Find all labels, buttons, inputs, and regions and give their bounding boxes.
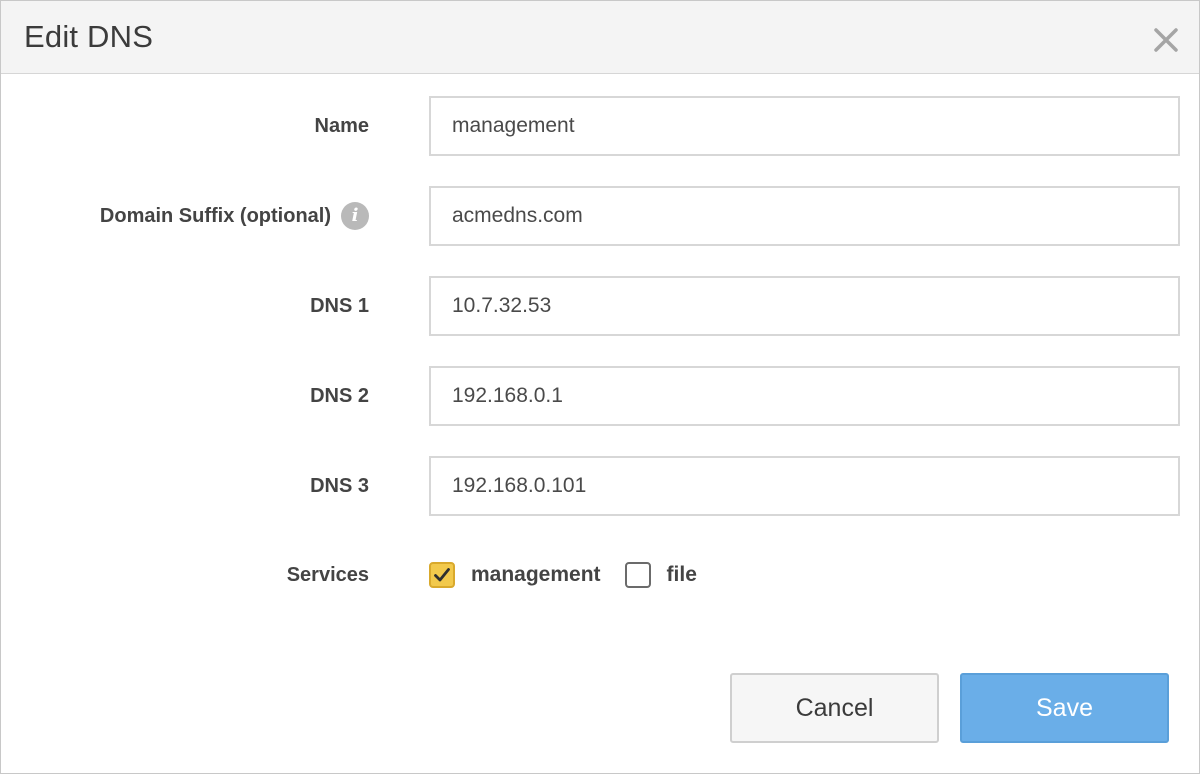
services-label: Services [287,551,369,599]
dns1-label-text: DNS 1 [310,294,369,317]
dns2-label: DNS 2 [310,366,369,426]
dns3-input[interactable] [429,456,1180,516]
domain-suffix-row: Domain Suffix (optional) i [1,186,1199,246]
name-label-text: Name [314,114,369,137]
edit-dns-dialog: Edit DNS Name Domain Suffix (optional) i… [0,0,1200,774]
file-checkbox-label[interactable]: file [667,563,697,587]
management-checkbox-label[interactable]: management [471,563,601,587]
dns3-label-text: DNS 3 [310,474,369,497]
dns1-label: DNS 1 [310,276,369,336]
domain-suffix-input[interactable] [429,186,1180,246]
file-checkbox[interactable] [624,562,651,588]
checkmark-icon [434,568,450,582]
save-button[interactable]: Save [960,673,1169,743]
dns2-label-text: DNS 2 [310,384,369,407]
dns2-input[interactable] [429,366,1180,426]
cancel-button[interactable]: Cancel [730,673,939,743]
name-label: Name [315,96,369,156]
dns3-row: DNS 3 [1,456,1199,516]
dialog-title: Edit DNS [24,19,154,54]
name-input[interactable] [429,96,1180,156]
name-row: Name [1,96,1199,156]
domain-suffix-label-text: Domain Suffix (optional) [99,204,331,227]
dns1-input[interactable] [429,276,1180,336]
services-checkbox-group: management file [429,551,721,599]
services-row: Services management file [1,551,1199,599]
services-label-text: Services [286,563,369,586]
dns3-label: DNS 3 [310,456,369,516]
dialog-header: Edit DNS [1,1,1199,74]
close-icon[interactable] [1149,23,1183,57]
dns2-row: DNS 2 [1,366,1199,426]
domain-suffix-label: Domain Suffix (optional) i [100,186,369,246]
management-checkbox[interactable] [429,562,455,588]
info-icon[interactable]: i [341,202,369,230]
dns1-row: DNS 1 [1,276,1199,336]
